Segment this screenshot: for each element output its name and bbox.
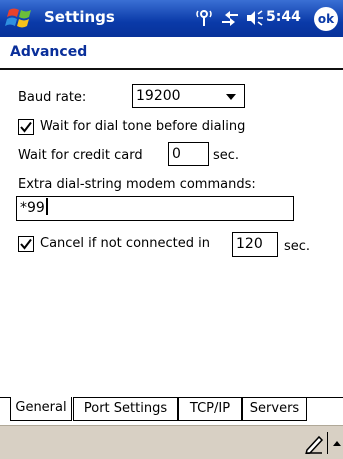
baud-rate-label: Baud rate: [18, 90, 87, 105]
cancel-timeout-unit: sec. [284, 239, 311, 254]
command-bar [0, 425, 343, 459]
title-bar: Settings 5:44 ok [0, 0, 343, 37]
heading-divider [0, 68, 343, 70]
connectivity-icon[interactable] [220, 9, 240, 31]
speaker-icon[interactable] [244, 9, 264, 31]
window-title: Settings [44, 8, 115, 26]
chevron-down-icon [226, 94, 236, 100]
windows-start-icon[interactable] [5, 4, 37, 33]
cancel-timeout-field[interactable]: 120 [232, 232, 278, 257]
extra-commands-label: Extra dial-string modem commands: [18, 177, 256, 192]
tab-baseline-left [0, 397, 10, 398]
signal-icon[interactable] [196, 9, 212, 31]
tab-general-label: General [15, 400, 67, 415]
tab-servers[interactable]: Servers [242, 397, 307, 421]
cancel-timeout-label: Cancel if not connected in [40, 236, 210, 251]
ok-button[interactable]: ok [314, 7, 338, 31]
tab-port-settings[interactable]: Port Settings [73, 397, 178, 421]
pen-icon[interactable] [304, 432, 324, 458]
tab-port-settings-label: Port Settings [83, 401, 168, 416]
extra-commands-value: *99 [20, 200, 45, 216]
tab-baseline-right [307, 397, 343, 398]
baud-rate-select[interactable]: 19200 [132, 84, 245, 108]
chevron-up-icon[interactable] [332, 434, 342, 453]
checkmark-icon [20, 238, 32, 250]
cancel-timeout-value: 120 [236, 236, 263, 252]
page-title: Advanced [10, 44, 88, 60]
dial-tone-checkbox[interactable] [18, 119, 34, 135]
extra-commands-field[interactable]: *99 [16, 196, 294, 221]
cancel-timeout-checkbox[interactable] [18, 236, 34, 252]
credit-card-unit: sec. [213, 148, 240, 163]
credit-card-label: Wait for credit card [18, 148, 143, 163]
credit-card-value: 0 [172, 146, 181, 162]
clock[interactable]: 5:44 [266, 9, 301, 25]
baud-rate-value: 19200 [136, 88, 181, 104]
dial-tone-label: Wait for dial tone before dialing [40, 119, 246, 134]
tab-servers-label: Servers [249, 401, 300, 416]
tab-tcp-ip-label: TCP/IP [189, 401, 231, 416]
text-caret [45, 198, 48, 215]
sip-divider [327, 432, 328, 454]
tab-tcp-ip[interactable]: TCP/IP [178, 397, 242, 421]
credit-card-field[interactable]: 0 [168, 142, 209, 166]
checkmark-icon [20, 121, 32, 133]
tab-general[interactable]: General [10, 397, 72, 421]
